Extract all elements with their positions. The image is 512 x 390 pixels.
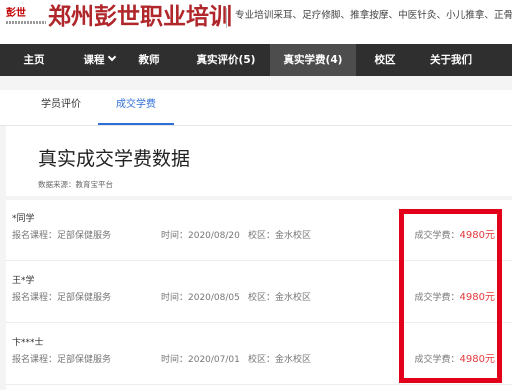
nav-spacer [0,76,512,90]
nav-item-label: 真实评价(5) [196,54,256,66]
campus: 校区：金水校区 [248,355,312,365]
highlight-annotation-box [399,209,502,383]
nav-item-reviews[interactable]: 真实评价(5) [184,44,268,76]
tab-bar: 学员评价 成交学费 [0,90,512,126]
nav-item-courses[interactable]: 课程 [70,44,128,76]
campus: 校区：金水校区 [248,293,312,303]
header-divider [226,8,227,28]
nav-item-label: 校区 [374,54,396,66]
tab-label: 学员评价 [41,99,81,110]
logo-underline [6,21,46,24]
course-name: 报名课程：足部保健服务 [12,231,112,241]
enroll-time: 时间：2020/08/05 [161,293,240,303]
nav-item-tuition[interactable]: 真实学费(4) [270,44,356,76]
course-name: 报名课程：足部保健服务 [12,293,112,303]
student-name: *同学 [12,214,35,224]
tab-student-reviews[interactable]: 学员评价 [30,90,92,125]
main-nav: 主页 课程 教师 真实评价(5) 真实学费(4) 校区 关于我们 [0,44,512,76]
student-name: 王*学 [12,276,35,286]
nav-item-campus[interactable]: 校区 [364,44,406,76]
site-header: 彭世 郑州彭世职业培训 专业培训采耳、足疗修脚、推拿按摩、中医针灸、小儿推拿、正… [0,0,512,40]
nav-item-teachers[interactable]: 教师 [128,44,170,76]
data-source-note: 数据来源：教育宝平台 [38,180,113,189]
nav-item-label: 真实学费(4) [283,54,343,66]
nav-item-label: 课程 [83,54,105,66]
tagline: 专业培训采耳、足疗修脚、推拿按摩、中医针灸、小儿推拿、正骨 [235,10,512,21]
enroll-time: 时间：2020/07/01 [161,355,240,365]
nav-item-about[interactable]: 关于我们 [418,44,484,76]
logo-text: 彭世 [6,8,26,19]
nav-item-label: 关于我们 [430,54,472,66]
tab-label: 成交学费 [116,99,156,110]
tab-deal-tuition[interactable]: 成交学费 [98,90,174,125]
course-name: 报名课程：足部保健服务 [12,355,112,365]
nav-item-label: 教师 [138,54,160,66]
logo[interactable]: 彭世 [6,8,46,24]
enroll-time: 时间：2020/08/20 [161,231,240,241]
brand-title[interactable]: 郑州彭世职业培训 [48,3,232,31]
page-title: 真实成交学费数据 [38,148,191,170]
campus: 校区：金水校区 [248,231,312,241]
nav-item-home[interactable]: 主页 [14,44,54,76]
chevron-down-icon [107,52,116,62]
student-name: 卞***士 [12,338,44,348]
nav-item-label: 主页 [23,54,45,66]
